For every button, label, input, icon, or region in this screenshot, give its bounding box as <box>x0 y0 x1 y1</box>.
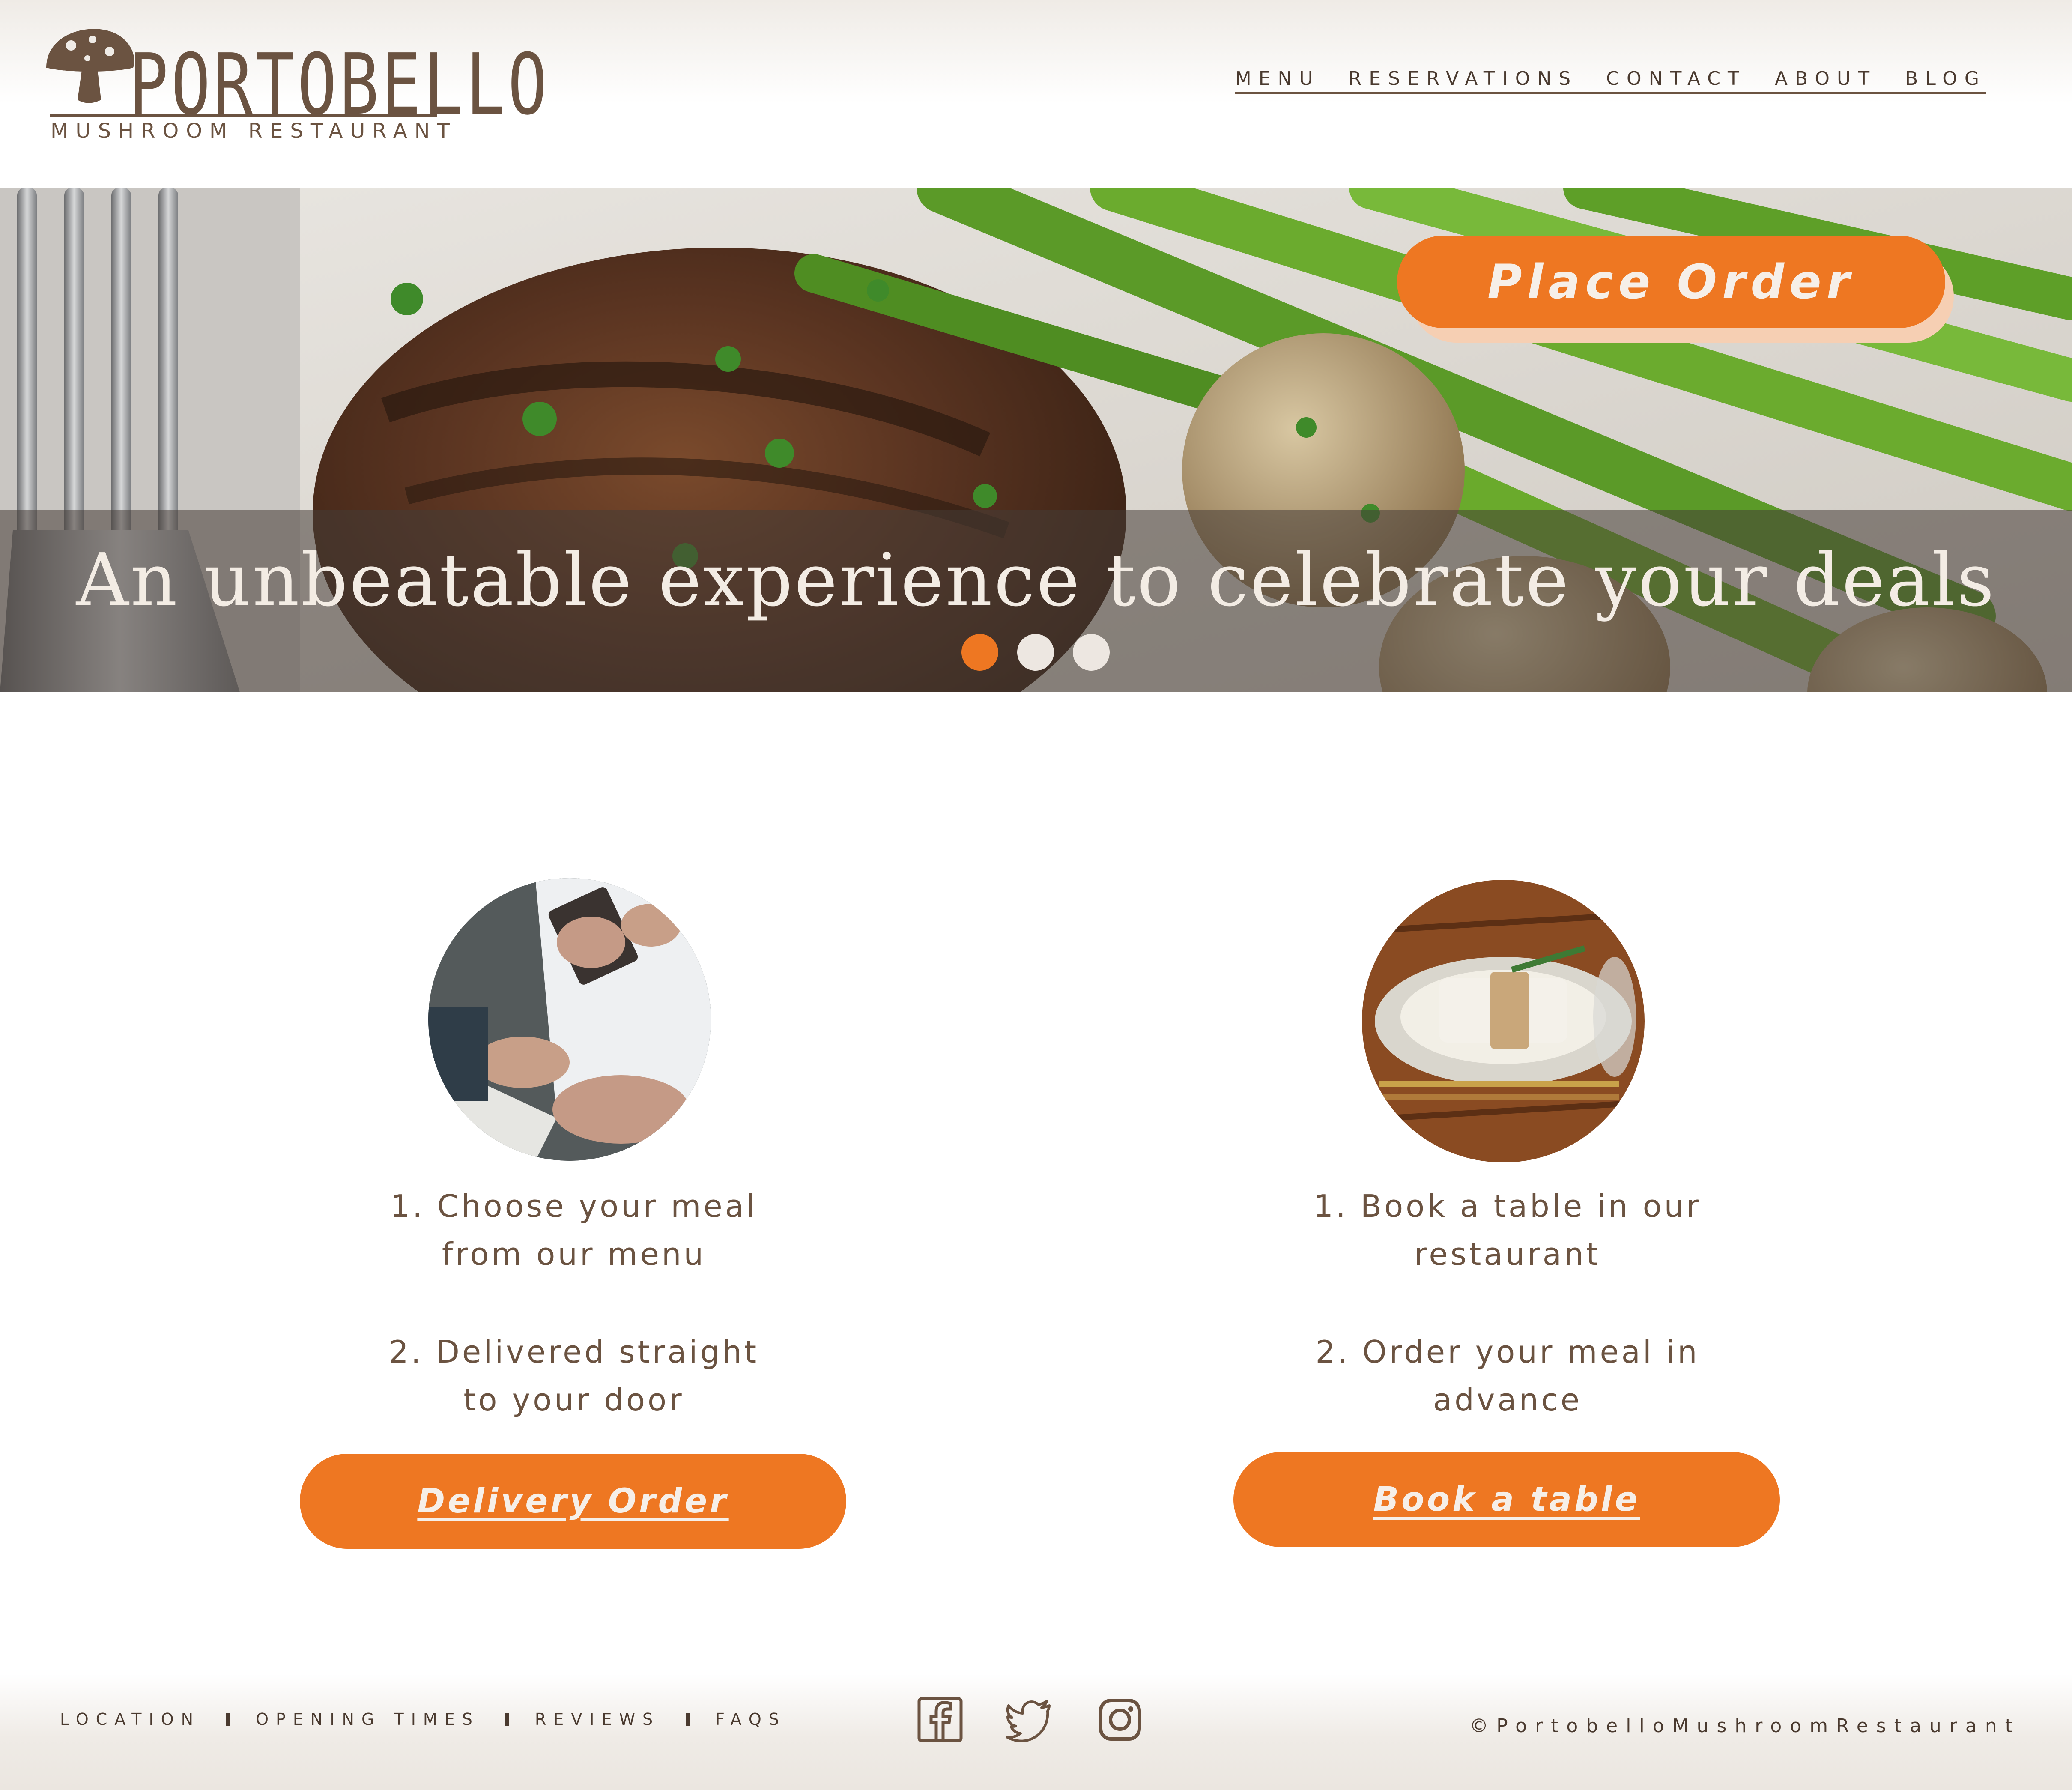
delivery-step-1: 1. Choose your meal from our menu <box>390 1188 758 1272</box>
nav-contact[interactable]: CONTACT <box>1606 68 1747 90</box>
book-table-label: Book a table <box>1373 1480 1640 1519</box>
footer-separator <box>505 1713 509 1726</box>
hero-headline: An unbeatable experience to celebrate yo… <box>76 538 1996 623</box>
twitter-icon[interactable] <box>1006 1696 1054 1743</box>
table-setting-photo <box>1362 880 1645 1162</box>
footer-separator <box>686 1713 690 1726</box>
booking-step-2: 2. Order your meal in advance <box>1315 1334 1700 1418</box>
footer-separator <box>226 1713 230 1726</box>
instagram-icon[interactable] <box>1096 1696 1143 1743</box>
brand-subtitle: MUSHROOM RESTAURANT <box>51 119 457 143</box>
nav-blog[interactable]: BLOG <box>1905 68 1986 90</box>
carousel-dot-1[interactable] <box>961 634 998 671</box>
carousel-dot-3[interactable] <box>1073 634 1110 671</box>
delivery-order-button[interactable]: Delivery Order <box>300 1454 846 1549</box>
delivery-order-label: Delivery Order <box>417 1482 729 1521</box>
copyright-text: ©PortobelloMushroomRestaurant <box>1469 1715 2021 1737</box>
main-nav: MENU RESERVATIONS CONTACT ABOUT BLOG <box>1235 68 1986 94</box>
brand-logo[interactable]: PORTOBELLO MUSHROOM RESTAURANT <box>41 21 547 149</box>
brand-divider <box>50 114 437 117</box>
waiter-taking-order-photo <box>428 878 711 1161</box>
book-table-button[interactable]: Book a table <box>1233 1452 1780 1547</box>
footer-link-reviews[interactable]: REVIEWS <box>535 1710 660 1729</box>
social-links <box>917 1696 1143 1743</box>
nav-menu[interactable]: MENU <box>1235 68 1320 90</box>
booking-step-1: 1. Book a table in our restaurant <box>1314 1188 1702 1272</box>
carousel-dot-2[interactable] <box>1017 634 1054 671</box>
footer-link-faqs[interactable]: FAQS <box>715 1710 786 1729</box>
facebook-icon[interactable] <box>917 1696 964 1743</box>
footer-link-opening-times[interactable]: OPENING TIMES <box>256 1710 480 1729</box>
place-order-wrapper: Place Order <box>1397 236 1954 343</box>
place-order-button[interactable]: Place Order <box>1397 236 1945 328</box>
nav-reservations[interactable]: RESERVATIONS <box>1349 68 1578 90</box>
mushroom-logo-icon <box>46 29 134 103</box>
nav-about[interactable]: ABOUT <box>1775 68 1877 90</box>
carousel-dots <box>961 634 1110 671</box>
site-footer: LOCATION OPENING TIMES REVIEWS FAQS ©Por… <box>0 1674 2072 1790</box>
footer-links: LOCATION OPENING TIMES REVIEWS FAQS <box>60 1710 786 1729</box>
site-header: PORTOBELLO MUSHROOM RESTAURANT MENU RESE… <box>0 0 2072 188</box>
delivery-step-2: 2. Delivered straight to your door <box>388 1334 759 1418</box>
footer-link-location[interactable]: LOCATION <box>60 1710 200 1729</box>
